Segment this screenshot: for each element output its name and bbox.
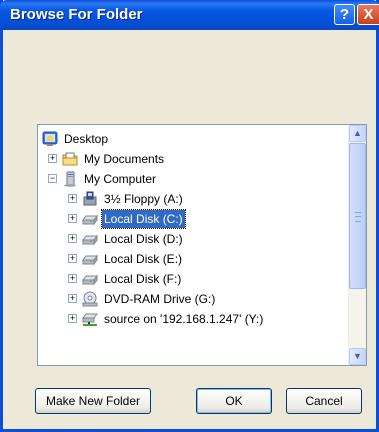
tree-item-label: My Computer <box>84 172 157 186</box>
desktop-icon <box>42 131 58 147</box>
vertical-scrollbar[interactable]: ▲ ▼ <box>348 125 366 365</box>
network-drive-icon <box>82 311 98 327</box>
browse-for-folder-dialog: Browse For Folder ? X Desktop + My Docum… <box>0 0 379 432</box>
grip-icon <box>355 212 361 222</box>
expand-toggle[interactable]: + <box>68 294 77 303</box>
close-button[interactable]: X <box>357 4 379 25</box>
floppy-icon <box>82 191 98 207</box>
tree-item-label: Local Disk (C:) <box>101 209 186 229</box>
tree-item-label: Local Disk (F:) <box>104 272 182 286</box>
tree-item-label: Local Disk (D:) <box>104 232 183 246</box>
folder-documents-icon <box>62 151 78 167</box>
expand-toggle[interactable]: + <box>48 154 57 163</box>
ok-button[interactable]: OK <box>196 388 272 414</box>
expand-toggle[interactable]: + <box>68 214 77 223</box>
scroll-thumb[interactable] <box>349 143 366 289</box>
cancel-button[interactable]: Cancel <box>286 388 362 414</box>
scroll-down-button[interactable]: ▼ <box>349 348 366 365</box>
hard-disk-icon <box>82 211 98 227</box>
expand-toggle[interactable]: + <box>68 314 77 323</box>
tree-item-label: DVD-RAM Drive (G:) <box>104 292 216 306</box>
folder-tree[interactable]: Desktop + My Documents − My Computer + 3… <box>37 124 367 366</box>
dvd-drive-icon <box>82 291 98 307</box>
tree-item-label: Local Disk (E:) <box>104 252 183 266</box>
make-new-folder-button[interactable]: Make New Folder <box>35 388 151 414</box>
help-button[interactable]: ? <box>334 4 355 25</box>
tree-item-label: My Documents <box>84 152 165 166</box>
computer-icon <box>62 171 78 187</box>
dialog-title: Browse For Folder <box>10 6 143 23</box>
expand-toggle[interactable]: + <box>68 234 77 243</box>
hard-disk-icon <box>82 231 98 247</box>
tree-item-label: source on '192.168.1.247' (Y:) <box>104 312 264 326</box>
expand-toggle[interactable]: + <box>68 274 77 283</box>
hard-disk-icon <box>82 251 98 267</box>
expand-toggle[interactable]: + <box>68 254 77 263</box>
title-bar[interactable]: Browse For Folder ? X <box>0 0 379 30</box>
expand-toggle[interactable]: + <box>68 194 77 203</box>
tree-item-label: 3½ Floppy (A:) <box>104 192 183 206</box>
hard-disk-icon <box>82 271 98 287</box>
tree-item-label: Desktop <box>64 132 109 146</box>
scroll-up-button[interactable]: ▲ <box>349 125 366 142</box>
collapse-toggle[interactable]: − <box>48 174 57 183</box>
